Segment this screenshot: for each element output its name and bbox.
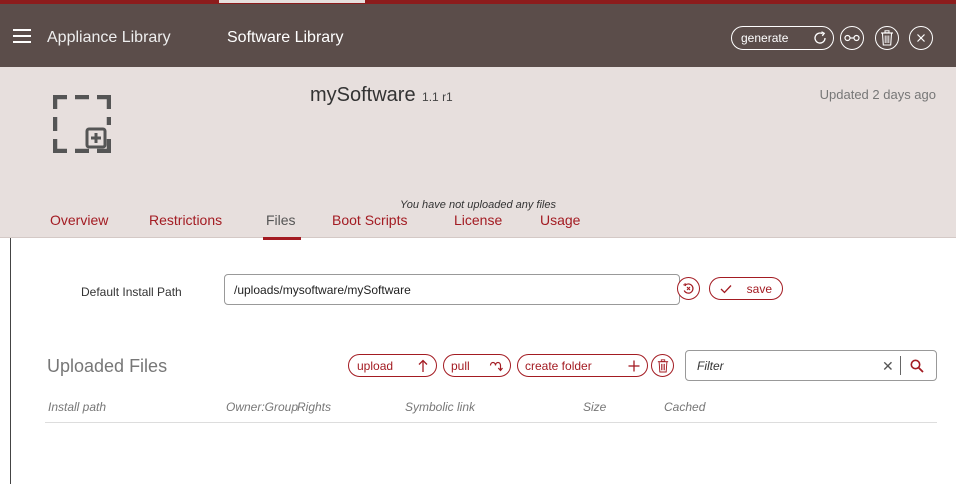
delete-files-button[interactable] [651,354,674,377]
plus-icon [628,360,640,371]
reset-path-button[interactable] [677,277,700,300]
updated-timestamp: Updated 2 days ago [819,87,936,102]
tab-restrictions[interactable]: Restrictions [149,212,222,228]
install-path-input[interactable] [224,274,680,305]
search-icon[interactable] [909,358,925,374]
save-button[interactable]: save [709,277,783,300]
column-symbolic-link[interactable]: Symbolic link [405,400,475,414]
close-button[interactable] [909,26,933,50]
delete-button[interactable] [875,26,899,50]
tab-overview[interactable]: Overview [50,212,108,228]
nav-software-library[interactable]: Software Library [227,29,344,47]
close-icon [917,34,925,42]
software-placeholder-icon [53,95,111,153]
software-version: 1.1 r1 [422,90,453,104]
tab-files[interactable]: Files [266,212,296,228]
filter-input[interactable] [687,352,877,379]
generate-label: generate [741,31,789,45]
column-rights[interactable]: Rights [297,400,331,414]
software-title-group: mySoftware 1.1 r1 [310,84,453,107]
filter-divider [900,356,901,375]
column-cached[interactable]: Cached [664,400,705,414]
create-folder-label: create folder [525,358,592,373]
save-label: save [746,281,772,296]
tab-usage[interactable]: Usage [540,212,580,228]
generate-button[interactable]: generate [731,26,834,50]
column-size[interactable]: Size [583,400,606,414]
pull-arrow-icon [489,361,503,371]
arrow-up-icon [418,359,428,372]
column-owner-group[interactable]: Owner:Group [226,400,298,414]
tab-license[interactable]: License [454,212,502,228]
clear-filter-icon[interactable]: ✕ [882,359,894,373]
files-panel: Default Install Path save Uploaded Files… [10,238,956,484]
pull-button[interactable]: pull [443,354,511,377]
checkmark-icon [720,284,732,293]
table-header-divider [45,422,937,423]
software-title: mySoftware [310,84,416,106]
upload-label: upload [357,358,394,373]
uploaded-files-title: Uploaded Files [47,356,168,376]
trash-icon [881,30,893,46]
top-navigation-bar: Appliance Library Software Library gener… [0,0,956,67]
create-folder-button[interactable]: create folder [517,354,648,377]
install-path-label: Default Install Path [81,285,182,299]
key-icon [844,34,860,42]
undo-icon [683,283,694,294]
software-header: mySoftware 1.1 r1 Updated 2 days ago Ove… [0,67,956,240]
filter-box: ✕ [685,350,937,381]
nav-appliance-library[interactable]: Appliance Library [47,29,171,47]
refresh-icon [814,31,826,44]
tab-boot-scripts[interactable]: Boot Scripts [332,212,407,228]
column-install-path[interactable]: Install path [48,400,106,414]
key-button[interactable] [840,26,864,50]
empty-files-message: You have not uploaded any files [400,199,556,211]
hamburger-menu-icon[interactable] [13,29,31,43]
upload-button[interactable]: upload [348,354,437,377]
trash-icon [657,358,668,372]
pull-label: pull [451,358,470,373]
active-nav-indicator [219,0,365,3]
